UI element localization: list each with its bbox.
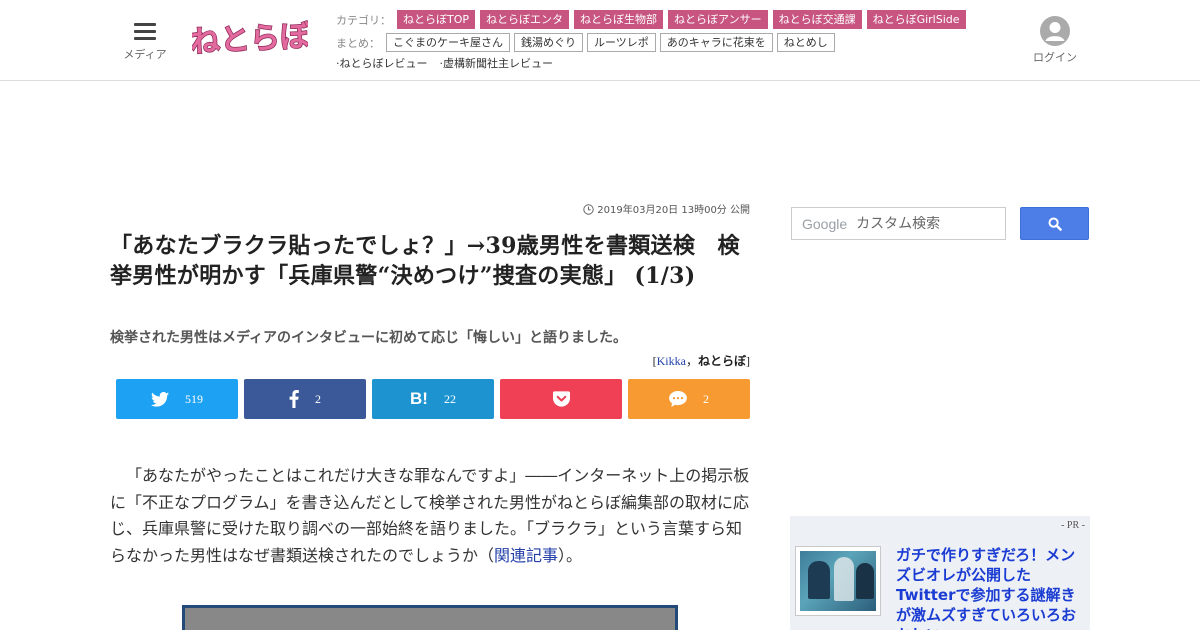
sponsored-box: - PR - ガチで作りすぎだろ！メンズビオレが公開したTwitterで参加する… xyxy=(790,516,1090,630)
summary-tag[interactable]: あのキャラに花束を xyxy=(659,33,773,52)
search-input[interactable] xyxy=(856,215,997,232)
article-title: 「あなたブラクラ貼ったでしょ？」→39歳男性を書類送検 検挙男性が明かす「兵庫県… xyxy=(110,233,740,289)
hatena-bookmark-button[interactable]: B! 22 xyxy=(372,379,494,419)
summary-tag[interactable]: こぐまのケーキ屋さん xyxy=(386,33,510,52)
lead-text-end: ）。 xyxy=(558,545,583,565)
summary-tag[interactable]: ねとめし xyxy=(776,33,835,52)
facebook-share-button[interactable]: 2 xyxy=(244,379,366,419)
related-article-link[interactable]: 関連記事 xyxy=(494,546,558,565)
clock-icon xyxy=(583,204,594,215)
login-label: ログイン xyxy=(1033,51,1077,64)
pocket-save-button[interactable] xyxy=(500,379,622,419)
byline-separator: ， xyxy=(685,354,698,368)
category-tag[interactable]: ねとらぼGirlSide xyxy=(866,10,966,29)
article-subtitle: 検挙された男性はメディアのインタビューに初めて応じ「悔しい」と語りました。 xyxy=(110,330,628,346)
hamburger-icon xyxy=(134,20,156,40)
hatena-bookmark-icon: B! xyxy=(410,389,428,408)
review-link[interactable]: ·虚構新聞社主レビュー xyxy=(440,55,554,71)
facebook-count: 2 xyxy=(315,391,321,406)
review-link[interactable]: ·ねとらぼレビュー xyxy=(336,55,428,71)
publish-date: 2019年03月20日 13時00分 公開 xyxy=(560,201,750,216)
summary-tag[interactable]: ルーツレポ xyxy=(587,33,656,52)
author-link[interactable]: Kikka xyxy=(657,354,686,368)
byline-site: ねとらぼ xyxy=(697,354,746,368)
byline: [Kikka，ねとらぼ] xyxy=(560,352,750,369)
site-logo[interactable]: ねとらぼ xyxy=(192,16,308,64)
pocket-icon xyxy=(552,391,570,407)
pr-thumbnail[interactable] xyxy=(795,546,881,616)
site-header: メディア ねとらぼ カテゴリ： ねとらぼTOP ねとらぼエンタ ねとらぼ生物部 … xyxy=(0,0,1200,81)
media-menu-label: メディア xyxy=(123,48,167,61)
article-image xyxy=(182,605,678,630)
logo-text: ねとらぼ xyxy=(192,19,308,60)
category-label: カテゴリ： xyxy=(336,13,391,27)
category-tag[interactable]: ねとらぼアンサー xyxy=(668,10,768,29)
comment-button[interactable]: 2 xyxy=(628,379,750,419)
comment-icon xyxy=(669,391,687,407)
media-menu-button[interactable]: メディア xyxy=(122,20,168,62)
twitter-count: 519 xyxy=(185,391,203,406)
comment-count: 2 xyxy=(703,391,709,406)
twitter-icon xyxy=(151,391,169,407)
category-nav: カテゴリ： ねとらぼTOP ねとらぼエンタ ねとらぼ生物部 ねとらぼアンサー ね… xyxy=(336,10,971,29)
search-icon xyxy=(1048,217,1062,231)
article-lead-paragraph: 「あなたがやったことはこれだけ大きな罪なんですよ」――インターネット上の掲示板に… xyxy=(110,463,752,569)
site-search-box: Google xyxy=(791,207,1006,240)
category-tag[interactable]: ねとらぼTOP xyxy=(397,10,476,29)
category-tag[interactable]: ねとらぼ生物部 xyxy=(574,10,664,29)
hatena-count: 22 xyxy=(443,391,456,406)
byline-bracket: ] xyxy=(746,354,750,368)
review-nav: ·ねとらぼレビュー ·虚構新聞社主レビュー xyxy=(336,56,565,70)
summary-label: まとめ： xyxy=(336,36,380,50)
category-tag[interactable]: ねとらぼエンタ xyxy=(480,10,570,29)
summary-nav: まとめ： こぐまのケーキ屋さん 銭湯めぐり ルーツレポ あのキャラに花束を ねと… xyxy=(336,33,839,52)
user-avatar-icon xyxy=(1040,16,1070,46)
search-button[interactable] xyxy=(1020,207,1089,240)
pr-label: - PR - xyxy=(1061,520,1085,531)
publish-date-text: 2019年03月20日 13時00分 公開 xyxy=(597,205,750,216)
share-buttons: 519 2 B! 22 2 xyxy=(116,379,756,419)
login-button[interactable]: ログイン xyxy=(1030,16,1080,65)
google-brand: Google xyxy=(802,215,848,232)
summary-tag[interactable]: 銭湯めぐり xyxy=(514,33,583,52)
pr-thumbnail-image xyxy=(800,551,876,611)
facebook-icon xyxy=(289,390,299,408)
twitter-share-button[interactable]: 519 xyxy=(116,379,238,419)
lead-text: 「あなたがやったことはこれだけ大きな罪なんですよ」――インターネット上の掲示板に… xyxy=(110,466,750,565)
pr-article-link[interactable]: ガチで作りすぎだろ！メンズビオレが公開したTwitterで参加する謎解きが激ムズ… xyxy=(896,545,1082,630)
category-tag[interactable]: ねとらぼ交通課 xyxy=(772,10,862,29)
